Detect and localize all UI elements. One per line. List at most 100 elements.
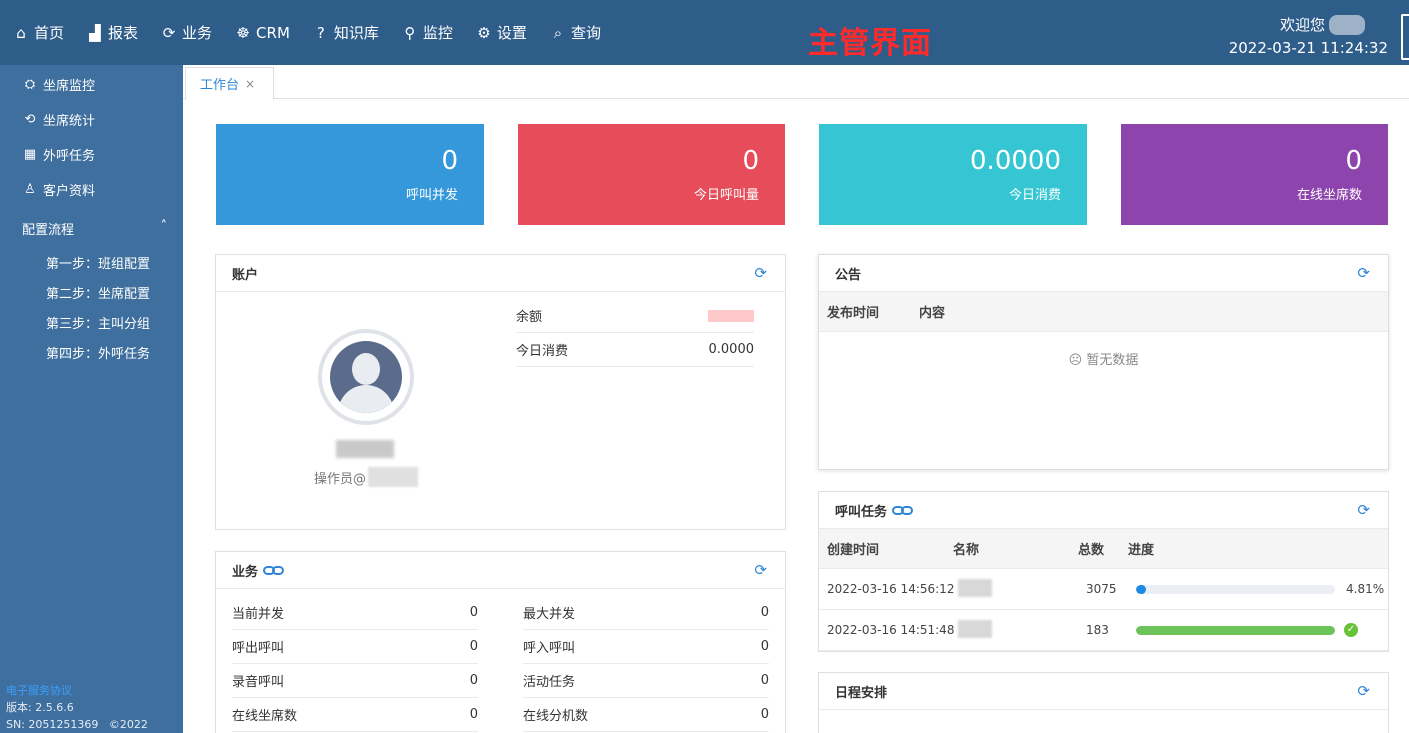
nav-business[interactable]: ⟳ 业务 xyxy=(160,22,212,43)
sidebar-subitem-step1[interactable]: 第一步：班组配置 xyxy=(46,253,150,272)
avatar-head xyxy=(352,353,380,385)
panel-header: 日程安排 ⟳ xyxy=(819,673,1388,710)
question-icon: ? xyxy=(316,23,325,42)
sidebar-item-agent-monitor[interactable]: ⛭ 坐席监控 xyxy=(22,75,95,94)
operator-line: 操作员@ xyxy=(314,467,419,487)
row-label: 今日消费 xyxy=(516,344,569,359)
stat-label: 呼叫并发 xyxy=(405,188,458,203)
username-redacted xyxy=(1329,14,1365,35)
cycle-icon: ⟳ xyxy=(162,23,176,42)
nav-settings[interactable]: ⚙ 设置 xyxy=(475,22,527,43)
empty-state: ☹ 暂无数据 xyxy=(819,349,1388,368)
gear-icon: ⚙ xyxy=(477,23,491,42)
business-row: 呼入呼叫 0 xyxy=(523,630,769,664)
sn-line: SN: 2051251369 ©2022 xyxy=(6,716,148,733)
empty-text: 暂无数据 xyxy=(1086,353,1139,368)
stat-card-today-calls: 0 今日呼叫量 xyxy=(518,124,785,225)
agreement-link[interactable]: 电子服务协议 xyxy=(6,682,148,699)
stat-value: 0 xyxy=(441,146,458,176)
refresh-icon[interactable]: ⟳ xyxy=(1357,682,1370,700)
grid-icon: ▦ xyxy=(23,147,37,162)
task-total: 183 xyxy=(1086,623,1109,637)
operator-prefix: 操作员@ xyxy=(314,471,367,487)
home-icon: ⌂ xyxy=(16,23,26,42)
sidebar-item-customers[interactable]: ♙ 客户资料 xyxy=(22,180,95,199)
business-row: 在线分机数 0 xyxy=(523,698,769,732)
nav-crm[interactable]: ☸ CRM xyxy=(234,22,290,43)
row-label: 在线分机数 xyxy=(523,709,589,724)
tab-strip: 工作台 × xyxy=(183,65,1409,100)
stat-label: 今日消费 xyxy=(1008,188,1061,203)
nav-home[interactable]: ⌂ 首页 xyxy=(12,22,64,43)
close-icon[interactable]: × xyxy=(245,77,255,91)
sidebar-item-outbound-tasks[interactable]: ▦ 外呼任务 xyxy=(22,145,95,164)
row-label: 最大并发 xyxy=(523,607,576,622)
nav-label: 监控 xyxy=(422,24,453,42)
link-icon[interactable] xyxy=(263,565,285,575)
panel-header: 公告 ⟳ xyxy=(819,255,1388,292)
stat-card-concurrency: 0 呼叫并发 xyxy=(216,124,484,225)
created-time: 2022-03-16 14:56:12 xyxy=(827,582,955,596)
sidebar-group-config[interactable]: 配置流程 ˄ xyxy=(22,219,167,238)
sidebar-subitem-step4[interactable]: 第四步：外呼任务 xyxy=(46,343,150,362)
nav-label: 知识库 xyxy=(333,24,379,42)
sidebar-item-agent-stats[interactable]: ⟲ 坐席统计 xyxy=(22,110,95,129)
row-value: 0 xyxy=(760,639,769,654)
bar-chart-icon: ▟ xyxy=(89,23,101,42)
panel-title: 账户 xyxy=(232,267,259,283)
panel-header: 账户 ⟳ xyxy=(216,255,785,292)
refresh-icon[interactable]: ⟳ xyxy=(754,264,767,282)
panel-title: 呼叫任务 xyxy=(835,504,888,520)
task-total: 3075 xyxy=(1086,582,1117,596)
row-value: 0 xyxy=(469,639,478,654)
operator-redacted xyxy=(368,467,419,487)
progress-text: 4.81% xyxy=(1346,582,1385,596)
sn-text: SN: 2051251369 xyxy=(6,718,99,731)
progress-bar xyxy=(1136,584,1335,594)
link-icon[interactable] xyxy=(892,505,914,515)
refresh-icon[interactable]: ⟳ xyxy=(1357,264,1370,282)
business-row: 活动任务 0 xyxy=(523,664,769,698)
column-header: 总数 xyxy=(1078,543,1105,558)
user-icon: ♙ xyxy=(24,182,36,197)
panel-title: 公告 xyxy=(835,267,862,283)
business-row: 呼出呼叫 0 xyxy=(232,630,478,664)
progress-fill xyxy=(1136,625,1335,635)
nav-knowledge[interactable]: ? 知识库 xyxy=(312,22,379,43)
avatar-body xyxy=(338,385,394,413)
table-row[interactable]: 2022-03-16 14:51:48 183 ✓ xyxy=(819,610,1388,651)
sad-face-icon: ☹ xyxy=(1068,353,1083,368)
logout-icon[interactable] xyxy=(1401,14,1409,60)
progress-bar xyxy=(1136,625,1335,635)
progress-fill xyxy=(1136,584,1146,594)
current-datetime: 2022-03-21 11:24:32 xyxy=(1228,39,1388,57)
sidebar-subitem-step3[interactable]: 第三步：主叫分组 xyxy=(46,313,150,332)
balance-redacted xyxy=(708,309,754,322)
business-row: 最大并发 0 xyxy=(523,596,769,630)
nav-label: 业务 xyxy=(182,24,213,42)
sidebar-subitem-step2[interactable]: 第二步：坐席配置 xyxy=(46,283,150,302)
nav-monitor[interactable]: ⚲ 监控 xyxy=(401,22,453,43)
welcome-label: 欢迎您 xyxy=(1279,16,1325,34)
welcome-text: 欢迎您 xyxy=(1280,14,1365,35)
row-label: 呼入呼叫 xyxy=(523,641,576,656)
row-label: 在线坐席数 xyxy=(232,709,298,724)
refresh-icon[interactable]: ⟳ xyxy=(754,561,767,579)
nav-reports[interactable]: ▟ 报表 xyxy=(86,22,138,43)
refresh-icon[interactable]: ⟳ xyxy=(1357,501,1370,519)
copyright-text: ©2022 xyxy=(108,718,148,731)
tab-workbench[interactable]: 工作台 × xyxy=(185,67,274,100)
row-label: 呼出呼叫 xyxy=(232,641,285,656)
schedule-panel: 日程安排 ⟳ xyxy=(818,672,1389,733)
column-header: 发布时间 xyxy=(827,306,880,321)
row-value: 0 xyxy=(469,605,478,620)
row-value: 0 xyxy=(760,605,769,620)
table-row[interactable]: 2022-03-16 14:56:12 3075 4.81% xyxy=(819,569,1388,610)
column-header: 内容 xyxy=(919,306,946,321)
stat-value: 0 xyxy=(1345,146,1362,176)
notice-panel: 公告 ⟳ 发布时间 内容 ☹ 暂无数据 xyxy=(818,254,1389,470)
sidebar-item-label: 坐席统计 xyxy=(43,114,96,129)
nav-search[interactable]: ⌕ 查询 xyxy=(549,22,601,43)
search-icon: ⌕ xyxy=(553,23,563,42)
sidebar: ⛭ 坐席监控 ⟲ 坐席统计 ▦ 外呼任务 ♙ 客户资料 配置流程 ˄ 第一步：班组配置 第… xyxy=(0,65,183,733)
